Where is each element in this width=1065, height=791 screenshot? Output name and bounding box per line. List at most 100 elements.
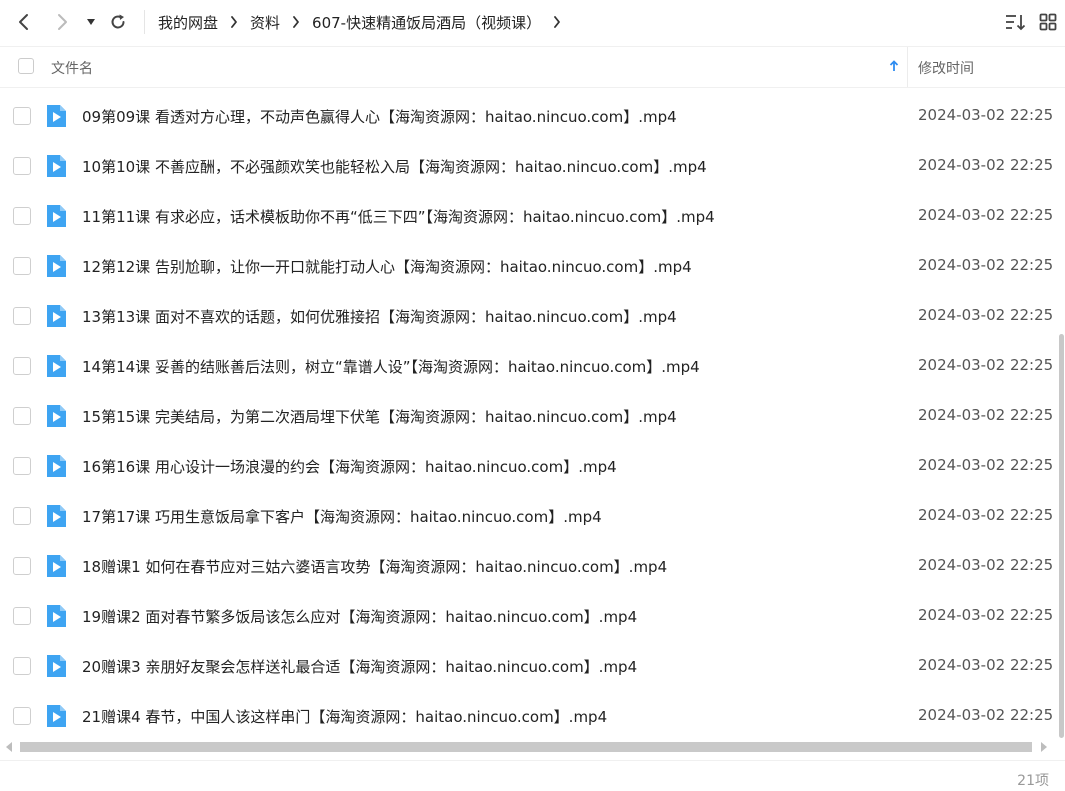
video-file-icon <box>45 104 67 128</box>
video-file-icon <box>45 254 67 278</box>
select-all-checkbox[interactable] <box>18 58 34 74</box>
scroll-left-icon[interactable] <box>4 740 14 754</box>
file-row[interactable]: 11第11课 有求必应，话术模板助你不再“低三下四”【海淘资源网：haitao.… <box>0 191 1057 241</box>
row-checkbox[interactable] <box>13 207 31 225</box>
file-row[interactable]: 18赠课1 如何在春节应对三姑六婆语言攻势【海淘资源网：haitao.nincu… <box>0 541 1057 591</box>
file-name[interactable]: 19赠课2 面对春节繁多饭局该怎么应对【海淘资源网：haitao.nincuo.… <box>82 606 637 627</box>
video-file-icon <box>45 554 67 578</box>
breadcrumb-item-folder[interactable]: 资料 <box>250 12 280 33</box>
file-row[interactable]: 20赠课3 亲朋好友聚会怎样送礼最合适【海淘资源网：haitao.nincuo.… <box>0 641 1057 691</box>
file-name[interactable]: 09第09课 看透对方心理，不动声色赢得人心【海淘资源网：haitao.ninc… <box>82 106 677 127</box>
file-row[interactable]: 13第13课 面对不喜欢的话题，如何优雅接招【海淘资源网：haitao.ninc… <box>0 291 1057 341</box>
file-name[interactable]: 16第16课 用心设计一场浪漫的约会【海淘资源网：haitao.nincuo.c… <box>82 456 617 477</box>
breadcrumb-expand-button[interactable] <box>553 16 561 28</box>
breadcrumb-item-root[interactable]: 我的网盘 <box>158 12 218 33</box>
video-file-icon <box>45 504 67 528</box>
sort-icon <box>1006 15 1026 31</box>
history-dropdown-button[interactable] <box>83 10 99 34</box>
row-checkbox[interactable] <box>13 507 31 525</box>
chevron-right-icon <box>292 16 300 28</box>
video-file-icon <box>45 704 67 728</box>
chevron-right-icon <box>554 16 560 28</box>
view-toolbar <box>985 10 1065 34</box>
file-modified-time: 2024-03-02 22:25 <box>918 556 1054 574</box>
row-checkbox[interactable] <box>13 407 31 425</box>
file-row[interactable]: 14第14课 妥善的结账善后法则，树立“靠谱人设”【海淘资源网：haitao.n… <box>0 341 1057 391</box>
chevron-right-icon <box>230 16 238 28</box>
forward-button[interactable] <box>50 10 74 34</box>
file-modified-time: 2024-03-02 22:25 <box>918 456 1054 474</box>
video-file-icon <box>45 154 67 178</box>
file-name[interactable]: 13第13课 面对不喜欢的话题，如何优雅接招【海淘资源网：haitao.ninc… <box>82 306 677 327</box>
file-name[interactable]: 18赠课1 如何在春节应对三姑六婆语言攻势【海淘资源网：haitao.nincu… <box>82 556 667 577</box>
file-modified-time: 2024-03-02 22:25 <box>918 656 1054 674</box>
video-file-icon <box>45 304 67 328</box>
column-header-name[interactable]: 文件名 <box>51 58 93 78</box>
file-name[interactable]: 21赠课4 春节，中国人该这样串门【海淘资源网：haitao.nincuo.co… <box>82 706 607 727</box>
row-checkbox[interactable] <box>13 707 31 725</box>
file-row[interactable]: 12第12课 告别尬聊，让你一开口就能打动人心【海淘资源网：haitao.nin… <box>0 241 1057 291</box>
scroll-right-icon[interactable] <box>1038 740 1048 754</box>
file-row[interactable]: 09第09课 看透对方心理，不动声色赢得人心【海淘资源网：haitao.ninc… <box>0 91 1057 141</box>
file-row[interactable]: 17第17课 巧用生意饭局拿下客户【海淘资源网：haitao.nincuo.co… <box>0 491 1057 541</box>
file-modified-time: 2024-03-02 22:25 <box>918 356 1054 374</box>
horizontal-scrollbar-thumb[interactable] <box>20 742 1032 752</box>
row-checkbox[interactable] <box>13 557 31 575</box>
file-name[interactable]: 12第12课 告别尬聊，让你一开口就能打动人心【海淘资源网：haitao.nin… <box>82 256 692 277</box>
file-modified-time: 2024-03-02 22:25 <box>918 306 1054 324</box>
toolbar-divider <box>144 10 145 34</box>
video-file-icon <box>45 204 67 228</box>
breadcrumb: 我的网盘 资料 607-快速精通饭局酒局（视频课） <box>158 10 573 34</box>
grid-view-button[interactable] <box>1036 10 1060 34</box>
row-checkbox[interactable] <box>13 107 31 125</box>
column-divider[interactable] <box>907 47 908 87</box>
file-modified-time: 2024-03-02 22:25 <box>918 156 1054 174</box>
row-checkbox[interactable] <box>13 607 31 625</box>
file-name[interactable]: 15第15课 完美结局，为第二次酒局埋下伏笔【海淘资源网：haitao.ninc… <box>82 406 677 427</box>
file-modified-time: 2024-03-02 22:25 <box>918 106 1054 124</box>
vertical-scrollbar[interactable] <box>1057 86 1065 741</box>
file-browser-window: 我的网盘 资料 607-快速精通饭局酒局（视频课） 文件名 修改时间 09第09… <box>0 0 1065 791</box>
row-checkbox[interactable] <box>13 457 31 475</box>
breadcrumb-item-current[interactable]: 607-快速精通饭局酒局（视频课） <box>312 12 541 33</box>
file-name[interactable]: 14第14课 妥善的结账善后法则，树立“靠谱人设”【海淘资源网：haitao.n… <box>82 356 700 377</box>
grid-view-icon <box>1039 13 1057 31</box>
chevron-left-icon <box>19 14 28 30</box>
video-file-icon <box>45 454 67 478</box>
file-row[interactable]: 21赠课4 春节，中国人该这样串门【海淘资源网：haitao.nincuo.co… <box>0 691 1057 741</box>
sort-ascending-icon[interactable] <box>887 58 901 74</box>
column-header-modified[interactable]: 修改时间 <box>918 58 974 78</box>
file-modified-time: 2024-03-02 22:25 <box>918 506 1054 524</box>
item-count: 21项 <box>1017 773 1049 789</box>
file-modified-time: 2024-03-02 22:25 <box>918 706 1054 724</box>
vertical-scrollbar-thumb[interactable] <box>1059 334 1064 738</box>
column-header: 文件名 修改时间 <box>0 46 1065 88</box>
file-name[interactable]: 17第17课 巧用生意饭局拿下客户【海淘资源网：haitao.nincuo.co… <box>82 506 602 527</box>
file-name[interactable]: 11第11课 有求必应，话术模板助你不再“低三下四”【海淘资源网：haitao.… <box>82 206 715 227</box>
file-name[interactable]: 20赠课3 亲朋好友聚会怎样送礼最合适【海淘资源网：haitao.nincuo.… <box>82 656 637 677</box>
file-modified-time: 2024-03-02 22:25 <box>918 256 1054 274</box>
sort-button[interactable] <box>1003 10 1027 34</box>
file-list: 09第09课 看透对方心理，不动声色赢得人心【海淘资源网：haitao.ninc… <box>0 91 1057 741</box>
file-row[interactable]: 19赠课2 面对春节繁多饭局该怎么应对【海淘资源网：haitao.nincuo.… <box>0 591 1057 641</box>
file-name[interactable]: 10第10课 不善应酬，不必强颜欢笑也能轻松入局【海淘资源网：haitao.ni… <box>82 156 707 177</box>
dropdown-triangle-icon <box>87 19 95 25</box>
row-checkbox[interactable] <box>13 657 31 675</box>
row-checkbox[interactable] <box>13 357 31 375</box>
file-modified-time: 2024-03-02 22:25 <box>918 606 1054 624</box>
video-file-icon <box>45 654 67 678</box>
file-row[interactable]: 16第16课 用心设计一场浪漫的约会【海淘资源网：haitao.nincuo.c… <box>0 441 1057 491</box>
file-modified-time: 2024-03-02 22:25 <box>918 406 1054 424</box>
video-file-icon <box>45 404 67 428</box>
status-bar: 21项 <box>0 760 1065 791</box>
chevron-right-icon <box>58 14 67 30</box>
back-button[interactable] <box>12 10 36 34</box>
horizontal-scrollbar[interactable] <box>0 738 1057 756</box>
file-row[interactable]: 10第10课 不善应酬，不必强颜欢笑也能轻松入局【海淘资源网：haitao.ni… <box>0 141 1057 191</box>
row-checkbox[interactable] <box>13 307 31 325</box>
row-checkbox[interactable] <box>13 157 31 175</box>
refresh-button[interactable] <box>106 10 130 34</box>
row-checkbox[interactable] <box>13 257 31 275</box>
video-file-icon <box>45 604 67 628</box>
file-row[interactable]: 15第15课 完美结局，为第二次酒局埋下伏笔【海淘资源网：haitao.ninc… <box>0 391 1057 441</box>
